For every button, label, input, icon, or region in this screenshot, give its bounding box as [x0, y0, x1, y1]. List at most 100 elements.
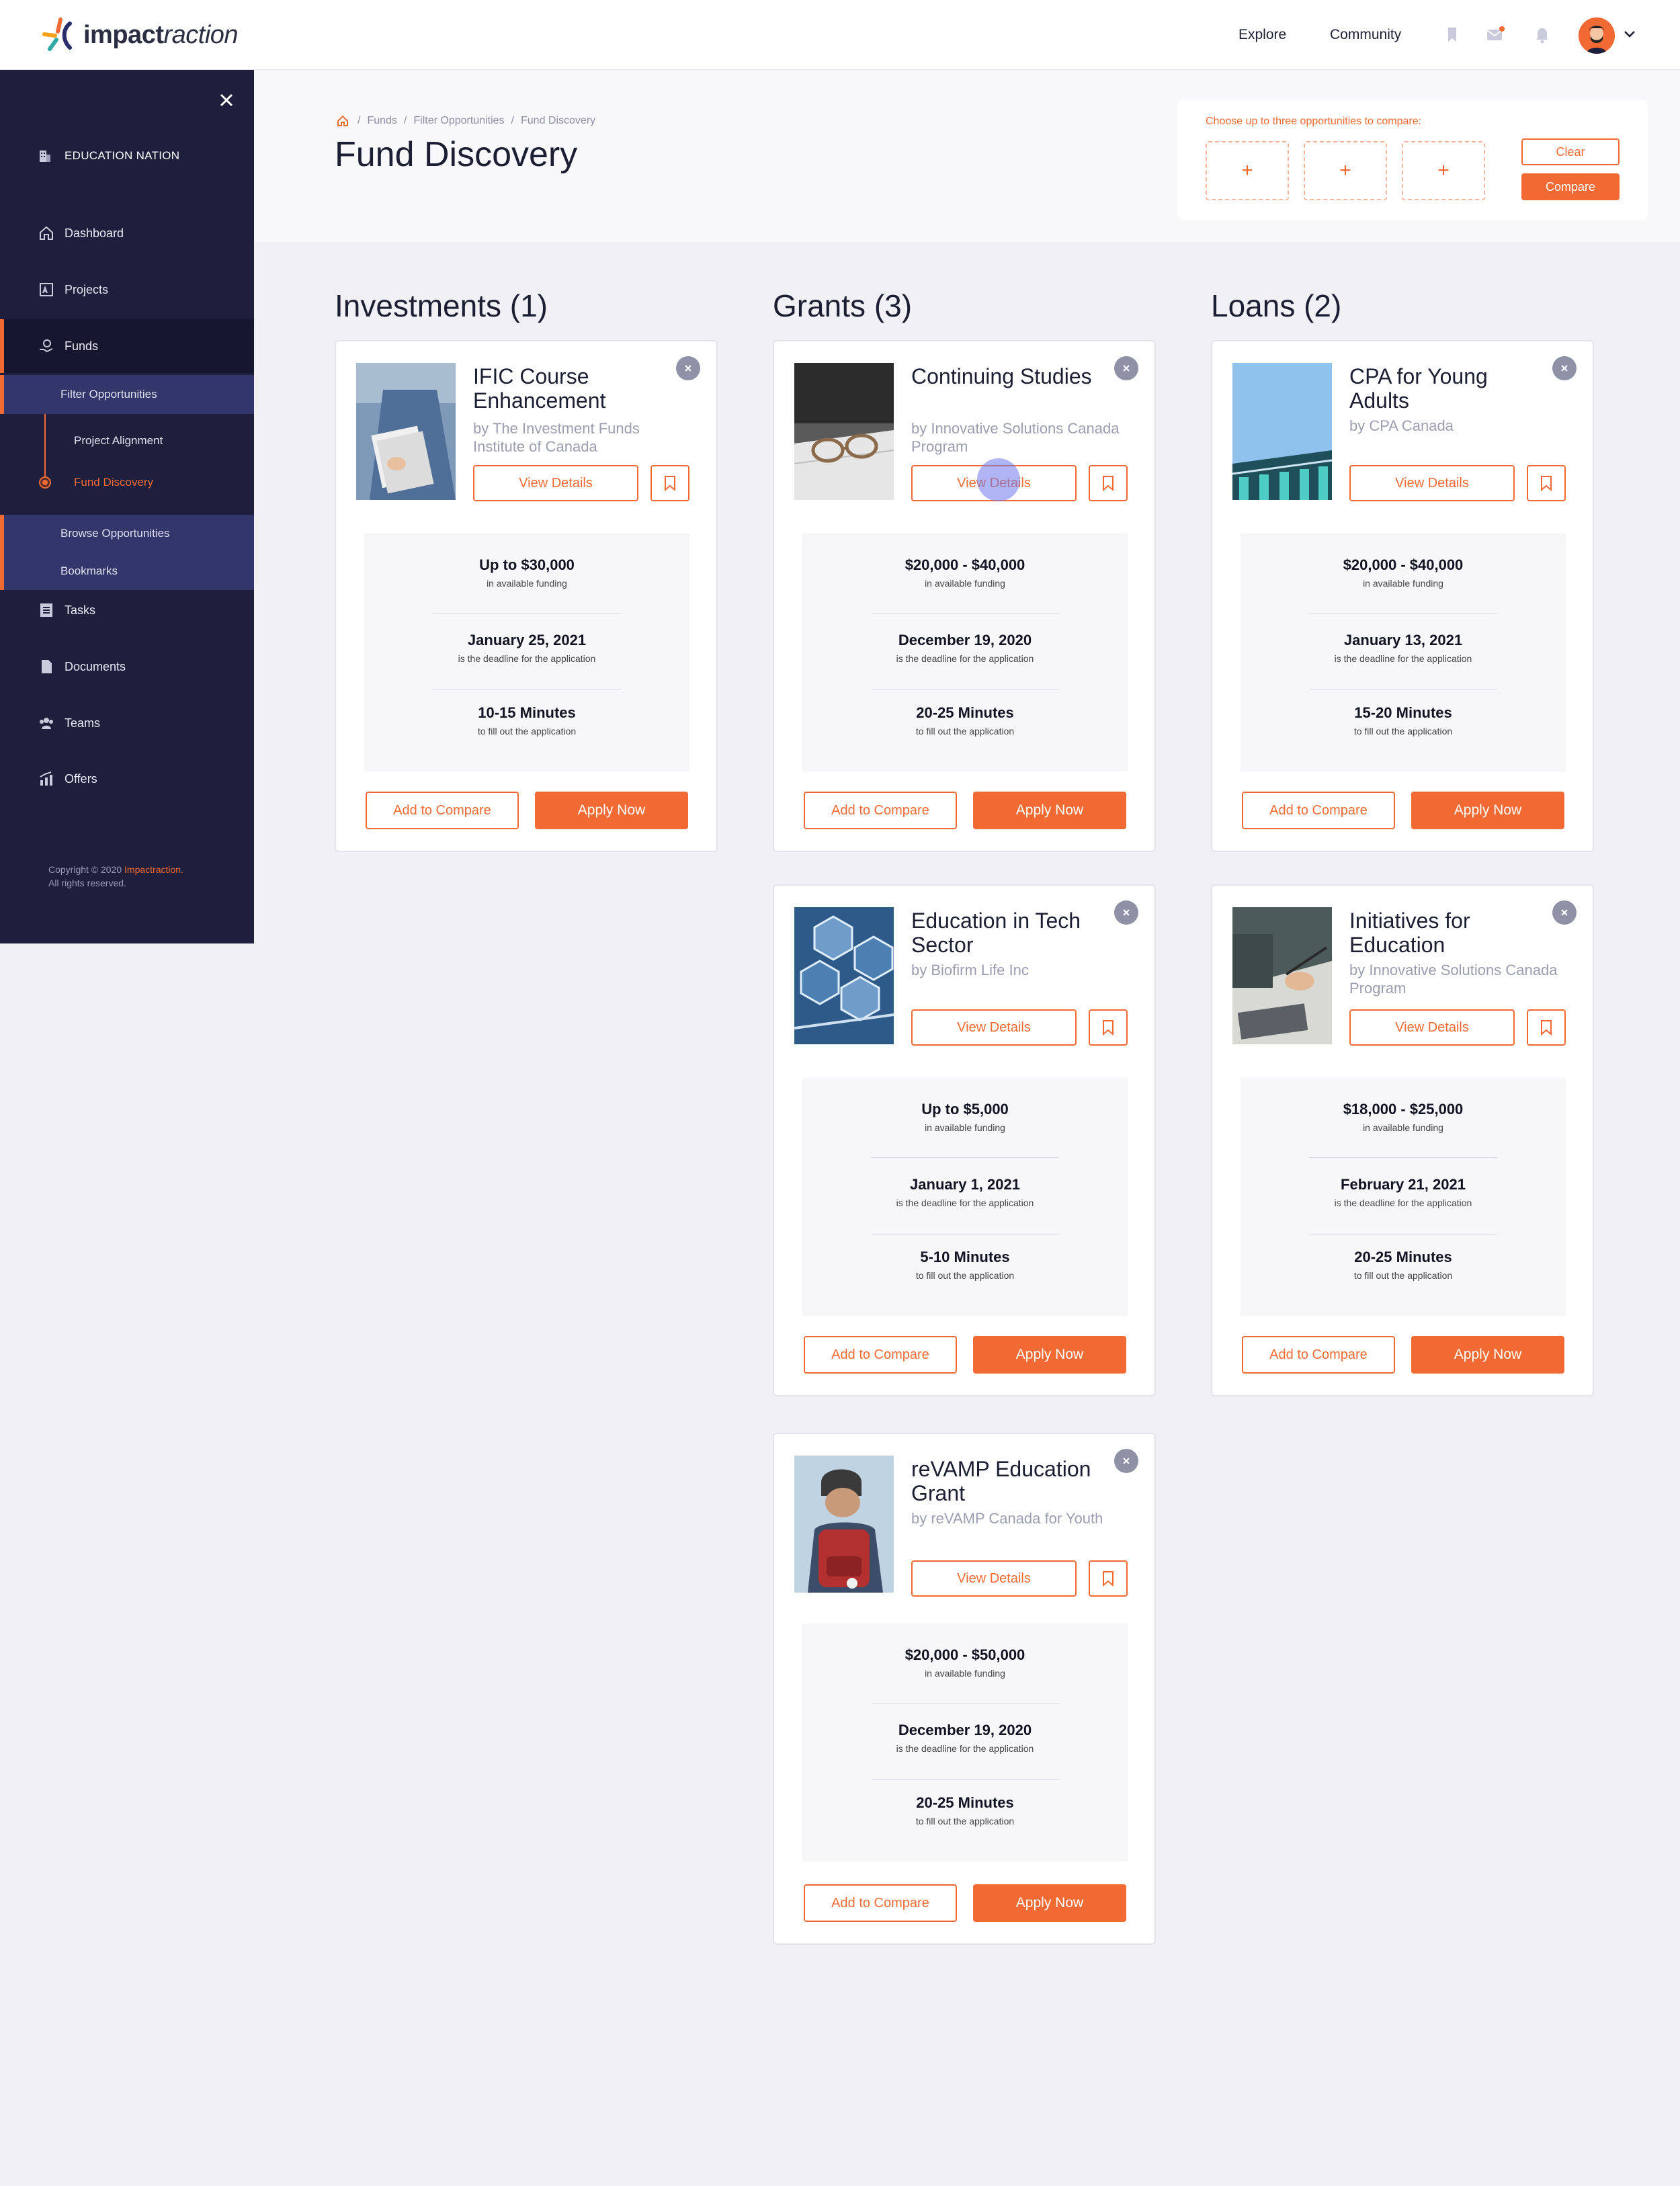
- add-to-compare-button[interactable]: Add to Compare: [804, 792, 957, 829]
- home-icon[interactable]: [336, 114, 349, 128]
- sidebar-item-project-alignment[interactable]: Project Alignment: [74, 434, 163, 448]
- dismiss-button[interactable]: [1552, 900, 1577, 925]
- bookmark-button[interactable]: [1527, 465, 1566, 501]
- fund-stats: $18,000 - $25,000 in available funding Fe…: [1241, 1078, 1566, 1316]
- time-caption: to fill out the application: [915, 1270, 1015, 1281]
- apply-now-button[interactable]: Apply Now: [973, 792, 1126, 829]
- fund-title[interactable]: Continuing Studies: [911, 364, 1113, 388]
- bell-icon[interactable]: [1532, 24, 1552, 44]
- sidebar-item-teams[interactable]: Teams: [0, 696, 254, 750]
- brand-rest: raction: [163, 20, 239, 49]
- sidebar-item-filter-opportunities[interactable]: Filter Opportunities: [0, 375, 254, 414]
- time-estimate: 10-15 Minutes: [478, 704, 576, 721]
- org-switcher[interactable]: EDUCATION NATION: [38, 149, 179, 163]
- nav-community[interactable]: Community: [1330, 27, 1401, 43]
- deadline-date: December 19, 2020: [898, 632, 1032, 648]
- close-icon: [1123, 365, 1130, 372]
- add-to-compare-button[interactable]: Add to Compare: [366, 792, 519, 829]
- add-to-compare-button[interactable]: Add to Compare: [1242, 1336, 1395, 1374]
- fund-title[interactable]: Education in Tech Sector: [911, 909, 1113, 957]
- dismiss-button[interactable]: [1114, 1449, 1138, 1473]
- brand-bold: impact: [83, 20, 164, 49]
- deadline-caption: is the deadline for the application: [896, 1197, 1034, 1208]
- close-icon: [1123, 909, 1130, 916]
- dismiss-button[interactable]: [1114, 900, 1138, 925]
- sidebar-item-label: Dashboard: [65, 226, 124, 240]
- view-details-button[interactable]: View Details: [911, 1560, 1077, 1597]
- user-avatar[interactable]: [1579, 17, 1615, 54]
- view-details-button[interactable]: View Details: [911, 1009, 1077, 1046]
- fund-provider: by Innovative Solutions Canada Program: [911, 420, 1120, 455]
- funding-caption: in available funding: [487, 578, 567, 589]
- apply-now-button[interactable]: Apply Now: [1411, 792, 1564, 829]
- sidebar-item-dashboard[interactable]: Dashboard: [0, 206, 254, 260]
- close-icon: [1561, 365, 1568, 372]
- bookmark-icon[interactable]: [1442, 24, 1462, 44]
- compare-slot-3[interactable]: +: [1402, 141, 1485, 200]
- funding-caption: in available funding: [925, 578, 1005, 589]
- bookmark-button[interactable]: [1089, 1560, 1128, 1597]
- sidebar-item-documents[interactable]: Documents: [0, 640, 254, 693]
- column-grants: Grants (3): [773, 288, 913, 323]
- breadcrumb-filter[interactable]: Filter Opportunities: [413, 115, 504, 127]
- bookmark-button[interactable]: [1089, 465, 1128, 501]
- fund-title[interactable]: IFIC Course Enhancement: [473, 364, 675, 413]
- copyright-brand[interactable]: Impactraction.: [124, 864, 183, 875]
- sidebar-item-fund-discovery[interactable]: Fund Discovery: [74, 476, 153, 489]
- bookmark-button[interactable]: [1089, 1009, 1128, 1046]
- dismiss-button[interactable]: [676, 356, 700, 380]
- compare-slot-2[interactable]: +: [1304, 141, 1387, 200]
- add-to-compare-button[interactable]: Add to Compare: [1242, 792, 1395, 829]
- time-caption: to fill out the application: [1353, 1270, 1453, 1281]
- fund-card: Initiatives for Education by Innovative …: [1211, 884, 1594, 1396]
- compare-button[interactable]: Compare: [1521, 173, 1620, 200]
- sidebar-item-projects[interactable]: Projects: [0, 263, 254, 317]
- nav-explore[interactable]: Explore: [1238, 27, 1286, 43]
- fund-title[interactable]: Initiatives for Education: [1349, 909, 1551, 957]
- bookmark-button[interactable]: [1527, 1009, 1566, 1046]
- projects-icon: [40, 283, 53, 296]
- cursor-indicator: [977, 458, 1020, 501]
- funding-amount: $18,000 - $25,000: [1343, 1101, 1464, 1118]
- brand-logo[interactable]: impactraction: [40, 15, 239, 55]
- funds-icon: [40, 339, 53, 353]
- fund-title[interactable]: reVAMP Education Grant: [911, 1457, 1113, 1505]
- breadcrumb-sep: /: [511, 115, 514, 126]
- chevron-down-icon[interactable]: [1622, 26, 1638, 42]
- add-to-compare-button[interactable]: Add to Compare: [804, 1336, 957, 1374]
- compare-panel: Choose up to three opportunities to comp…: [1177, 99, 1648, 220]
- dismiss-button[interactable]: [1114, 356, 1138, 380]
- bookmark-button[interactable]: [650, 465, 689, 501]
- subnav-track: [44, 414, 46, 481]
- apply-now-button[interactable]: Apply Now: [535, 792, 688, 829]
- view-details-button[interactable]: View Details: [473, 465, 638, 501]
- sidebar-subnav: Project Alignment Fund Discovery: [0, 414, 254, 515]
- sidebar-item-browse-opportunities[interactable]: Browse Opportunities: [0, 515, 254, 552]
- sidebar-item-label: Filter Opportunities: [60, 388, 157, 401]
- apply-now-button[interactable]: Apply Now: [1411, 1336, 1564, 1374]
- sidebar-item-funds[interactable]: Funds: [0, 319, 254, 373]
- view-details-button[interactable]: View Details: [1349, 1009, 1515, 1046]
- breadcrumb-funds[interactable]: Funds: [367, 115, 396, 127]
- sidebar-item-offers[interactable]: Offers: [0, 752, 254, 806]
- fund-stats: $20,000 - $40,000 in available funding Ja…: [1241, 534, 1566, 771]
- close-icon[interactable]: [215, 89, 238, 112]
- fund-stats: Up to $5,000 in available funding January…: [802, 1078, 1128, 1316]
- add-to-compare-button[interactable]: Add to Compare: [804, 1884, 957, 1922]
- fund-card: CPA for Young Adults by CPA Canada View …: [1211, 340, 1594, 852]
- sidebar-item-label: Offers: [65, 771, 97, 786]
- fund-title[interactable]: CPA for Young Adults: [1349, 364, 1551, 413]
- view-details-button[interactable]: View Details: [1349, 465, 1515, 501]
- clear-button[interactable]: Clear: [1521, 138, 1620, 165]
- fund-image: [794, 1456, 894, 1593]
- sidebar-item-label: Tasks: [65, 603, 96, 617]
- compare-slot-1[interactable]: +: [1206, 141, 1289, 200]
- mail-icon[interactable]: [1485, 24, 1505, 44]
- dismiss-button[interactable]: [1552, 356, 1577, 380]
- chart-icon: [40, 771, 52, 786]
- sidebar-item-tasks[interactable]: Tasks: [0, 583, 254, 637]
- apply-now-button[interactable]: Apply Now: [973, 1884, 1126, 1922]
- funding-amount: $20,000 - $40,000: [1343, 556, 1464, 573]
- deadline-date: January 13, 2021: [1343, 632, 1463, 648]
- apply-now-button[interactable]: Apply Now: [973, 1336, 1126, 1374]
